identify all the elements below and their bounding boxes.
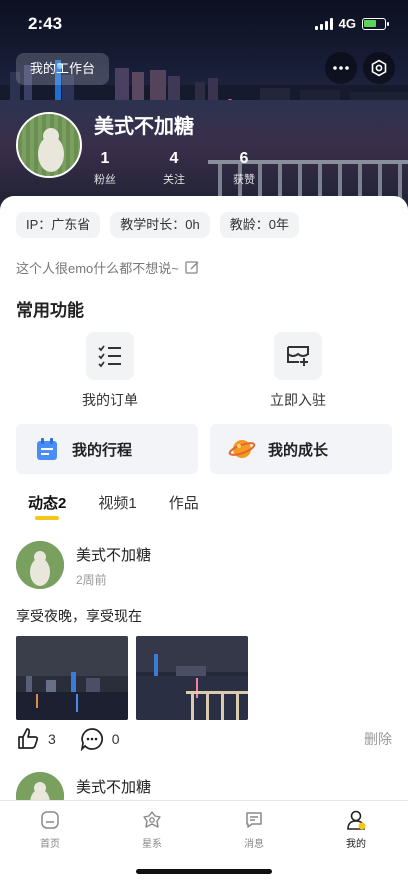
planet-icon [228, 440, 256, 458]
post-author: 美式不加糖 [76, 547, 152, 564]
message-icon [243, 809, 265, 831]
stat-following-label: 关注 [163, 174, 185, 186]
tab-me-label: 我的 [346, 839, 366, 850]
tab-messages-label: 消息 [244, 839, 264, 850]
battery-icon [362, 17, 389, 30]
calendar-icon [37, 438, 57, 460]
comment-button[interactable]: 0 [80, 727, 120, 751]
delete-post-button[interactable]: 删除 [364, 729, 392, 749]
profile-content: IP：广东省 教学时长：0h 教龄：0年 这个人很emo什么都不想说~ 常用功能… [0, 196, 408, 820]
status-indicators: 4G [314, 16, 389, 31]
status-time: 2:43 [28, 14, 63, 33]
like-button[interactable]: 3 [16, 727, 56, 751]
post-avatar[interactable] [16, 541, 64, 589]
section-title-functions: 常用功能 [16, 301, 84, 320]
post-actions: 3 0 删除 [16, 726, 392, 752]
stat-fans-label: 粉丝 [94, 174, 116, 186]
tab-me[interactable]: 我的 [326, 809, 386, 850]
tab-moments[interactable]: 动态2 [28, 492, 66, 513]
stat-following-value: 4 [169, 150, 179, 167]
my-growth-card[interactable]: 我的成长 [210, 424, 392, 474]
my-orders-label: 我的订单 [82, 392, 138, 408]
profile-chips: IP：广东省 教学时长：0h 教龄：0年 [16, 212, 299, 238]
my-trip-card[interactable]: 我的行程 [16, 424, 198, 474]
chip-teaching-hours: 教学时长：0h [110, 212, 210, 238]
post-text: 享受夜晚，享受现在 [16, 608, 142, 624]
comment-icon [80, 728, 103, 751]
my-trip-label: 我的行程 [72, 441, 133, 459]
join-now-button[interactable]: 立即入驻 [243, 332, 353, 410]
stat-fans[interactable]: 1 粉丝 [75, 150, 135, 187]
stat-likes-value: 6 [239, 150, 249, 167]
list-check-icon [86, 332, 134, 380]
stat-fans-value: 1 [100, 150, 110, 167]
edit-icon[interactable] [185, 260, 200, 275]
flower-icon [141, 809, 163, 831]
my-growth-label: 我的成长 [268, 441, 329, 459]
tab-videos[interactable]: 视频1 [98, 492, 136, 513]
settings-button[interactable] [363, 52, 395, 84]
profile-avatar[interactable] [16, 112, 82, 178]
stat-likes-label: 获赞 [233, 174, 255, 186]
tab-galaxy[interactable]: 星系 [122, 809, 182, 850]
signal-icon [314, 17, 333, 30]
user-icon [345, 809, 367, 831]
status-bar: 2:43 4G [0, 0, 408, 44]
gear-icon [371, 59, 387, 77]
stat-following[interactable]: 4 关注 [144, 150, 204, 187]
home-icon [39, 809, 61, 831]
stat-likes[interactable]: 6 获赞 [214, 150, 274, 187]
home-indicator [136, 869, 272, 874]
network-type: 4G [338, 16, 356, 31]
thumbs-up-icon [18, 728, 39, 749]
join-now-label: 立即入驻 [270, 392, 326, 408]
tab-works[interactable]: 作品 [169, 492, 199, 513]
chip-teaching-years: 教龄：0年 [219, 212, 299, 238]
post-author: 美式不加糖 [76, 779, 152, 796]
more-button[interactable] [325, 52, 357, 84]
avatar-image [16, 541, 64, 589]
workbench-button[interactable]: 我的工作台 [16, 53, 110, 85]
tab-home[interactable]: 首页 [20, 809, 80, 850]
post-time: 2周前 [76, 573, 107, 587]
post-photo-2[interactable] [136, 636, 248, 720]
content-tabs: 动态2 视频1 作品 [28, 492, 199, 513]
comment-count: 0 [111, 731, 120, 747]
store-add-icon [274, 332, 322, 380]
tab-galaxy-label: 星系 [142, 839, 162, 850]
more-dots-icon [333, 66, 349, 70]
profile-username: 美式不加糖 [94, 116, 194, 138]
post-photo-1[interactable] [16, 636, 128, 720]
my-orders-button[interactable]: 我的订单 [55, 332, 165, 410]
bio-text: 这个人很emo什么都不想说~ [16, 261, 179, 276]
bio-row[interactable]: 这个人很emo什么都不想说~ [16, 258, 200, 277]
chip-ip: IP：广东省 [16, 212, 101, 238]
like-count: 3 [48, 731, 56, 747]
tab-home-label: 首页 [40, 839, 60, 850]
tab-messages[interactable]: 消息 [224, 809, 284, 850]
